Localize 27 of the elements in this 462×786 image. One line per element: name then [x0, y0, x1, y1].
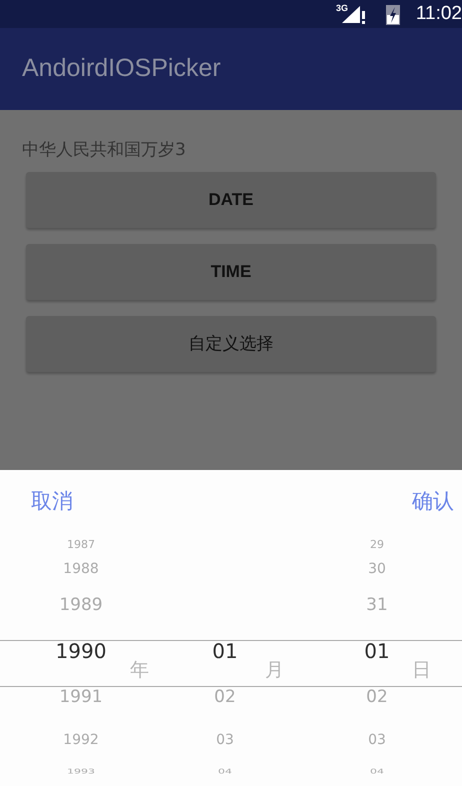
picker-button[interactable]: DATE [26, 172, 436, 228]
picker-button[interactable]: TIME [26, 244, 436, 300]
wheel-item[interactable]: 1989 [59, 597, 103, 614]
wheel-item[interactable]: 03 [216, 733, 234, 747]
label-text: 中华人民共和国万岁3 [22, 139, 187, 162]
wheel-item[interactable]: 1988 [63, 562, 99, 576]
wheel-item[interactable]: 01 [212, 640, 238, 660]
wheel-item[interactable]: 01 [364, 640, 390, 660]
wheel-item[interactable]: 30 [368, 562, 386, 576]
wheel-item[interactable]: 31 [366, 597, 388, 614]
wheel-item[interactable]: 1987 [67, 538, 95, 550]
wheel-item[interactable]: 03 [368, 733, 386, 747]
battery-icon [386, 3, 400, 25]
wheel-item[interactable]: 1992 [63, 733, 99, 747]
cancel-button[interactable]: 取消 [31, 486, 73, 518]
unit-label: 月 [265, 659, 284, 681]
unit-label: 年 [130, 659, 149, 681]
wheel-item[interactable]: 29 [370, 538, 384, 550]
clock-time: 11:02 [416, 2, 462, 26]
picker-button[interactable]: 自定义选择 [26, 316, 436, 372]
wheel-item[interactable]: 02 [366, 688, 388, 706]
unit-label: 日 [412, 659, 431, 681]
wheel-item[interactable]: 1990 [56, 640, 106, 660]
confirm-button[interactable]: 确认 [412, 486, 454, 518]
app-title: AndoirdIOSPicker [22, 53, 221, 84]
wheel-item[interactable]: 02 [214, 688, 236, 706]
wheel-item[interactable]: 1991 [59, 688, 103, 706]
